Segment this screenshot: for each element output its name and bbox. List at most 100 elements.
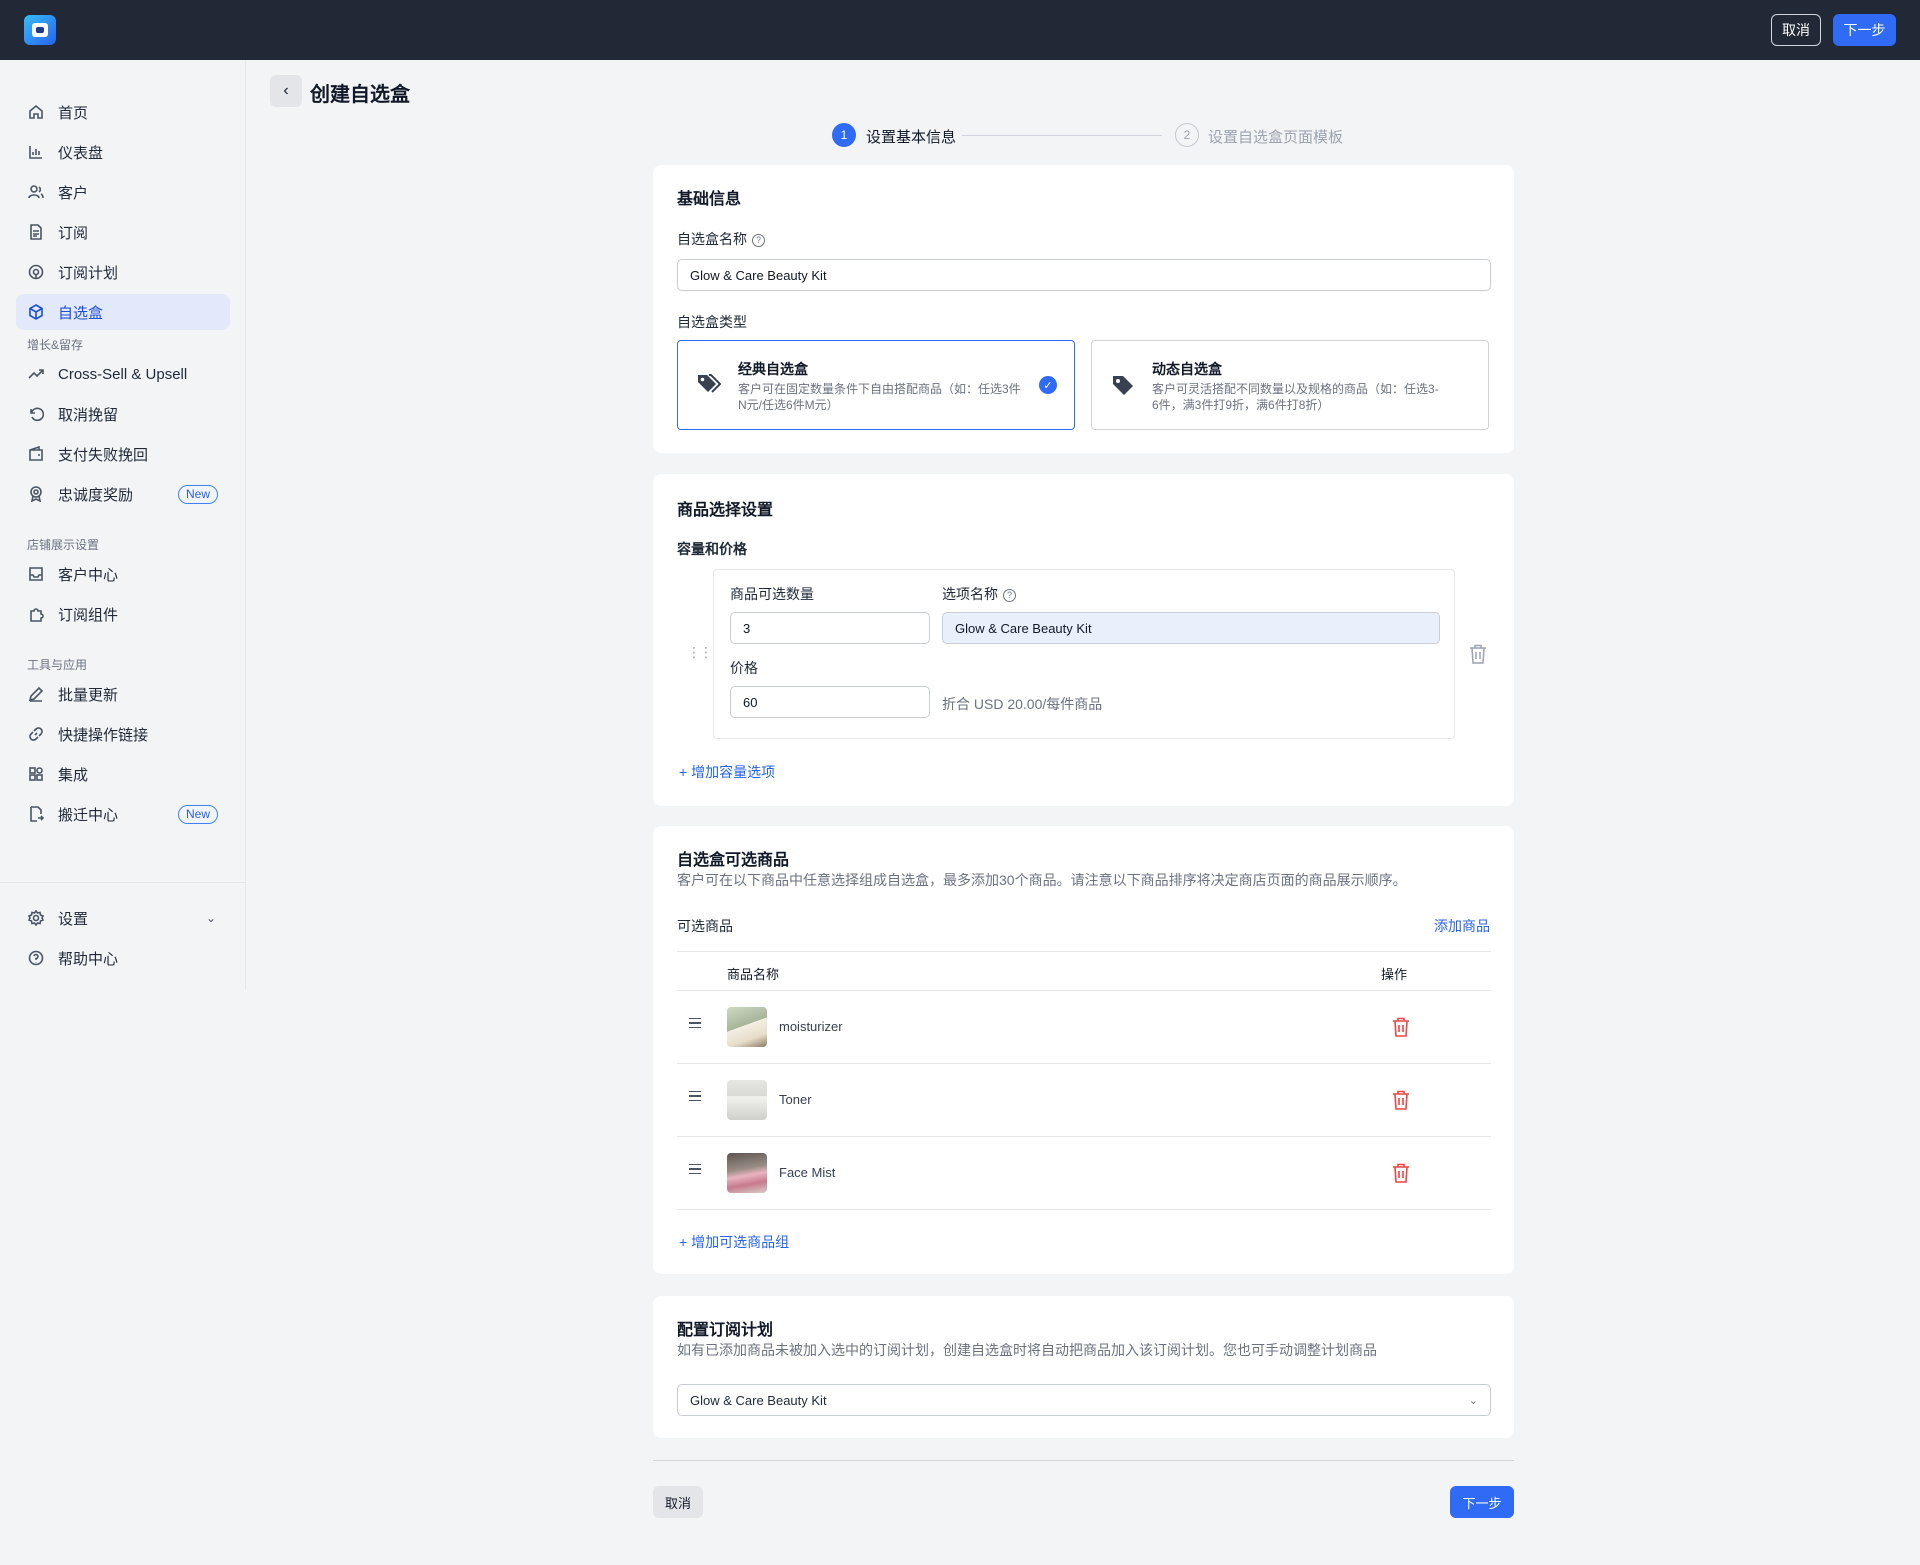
type-option-dynamic[interactable]: 动态自选盒 客户可灵活搭配不同数量以及规格的商品（如：任选3-6件，满3件打9折… bbox=[1091, 340, 1489, 430]
sidebar-item-home[interactable]: 首页 bbox=[16, 94, 230, 130]
trash-icon[interactable] bbox=[1392, 1163, 1410, 1183]
sidebar-item-customer-center[interactable]: 客户中心 bbox=[16, 556, 230, 592]
top-bar: 取消 下一步 bbox=[0, 0, 1920, 60]
sidebar-item-settings[interactable]: 设置 ⌄ bbox=[16, 900, 230, 936]
sidebar-item-label: 自选盒 bbox=[58, 304, 104, 322]
undo-icon bbox=[28, 406, 44, 422]
help-icon[interactable]: ? bbox=[1003, 589, 1016, 602]
add-capacity-option-label: 增加容量选项 bbox=[691, 764, 776, 780]
plan-card: 配置订阅计划 如有已添加商品未被加入选中的订阅计划，创建自选盒时将自动把商品加入… bbox=[653, 1296, 1514, 1438]
sidebar-item-subscription-widget[interactable]: 订阅组件 bbox=[16, 596, 230, 632]
add-product-group-link[interactable]: + 增加可选商品组 bbox=[679, 1232, 789, 1252]
plan-icon bbox=[28, 264, 44, 280]
option-name-input[interactable]: Glow & Care Beauty Kit bbox=[942, 612, 1440, 644]
qty-label: 商品可选数量 bbox=[730, 586, 814, 602]
type-option-classic[interactable]: 经典自选盒 客户可在固定数量条件下自由搭配商品（如：任选3件N元/任选6件M元）… bbox=[677, 340, 1075, 430]
drag-handle-icon[interactable]: ⋮⋮ bbox=[687, 644, 713, 661]
col-product-name: 商品名称 bbox=[727, 967, 780, 982]
product-name: Face Mist bbox=[779, 1165, 836, 1180]
add-capacity-option-link[interactable]: + 增加容量选项 bbox=[679, 762, 775, 782]
price-input[interactable]: 60 bbox=[730, 686, 930, 718]
sidebar-item-label: 批量更新 bbox=[58, 686, 119, 704]
inbox-icon bbox=[28, 566, 44, 582]
plus-icon: + bbox=[679, 1234, 688, 1250]
sidebar-item-customers[interactable]: 客户 bbox=[16, 174, 230, 210]
sidebar-item-label: 支付失败挽回 bbox=[58, 446, 149, 464]
table-row: Face Mist bbox=[677, 1137, 1491, 1210]
step-connector bbox=[962, 135, 1162, 136]
bundle-name-input[interactable]: Glow & Care Beauty Kit bbox=[677, 259, 1491, 291]
new-badge: New bbox=[177, 484, 218, 504]
step-1-number: 1 bbox=[832, 123, 856, 147]
sidebar-item-quick-links[interactable]: 快捷操作链接 bbox=[16, 716, 230, 752]
chevron-left-icon: ‹ bbox=[283, 82, 289, 99]
header-cancel-button[interactable]: 取消 bbox=[1771, 14, 1821, 46]
sidebar-item-label: 仪表盘 bbox=[58, 144, 104, 162]
sidebar-item-label: 设置 bbox=[58, 910, 89, 928]
edit-icon bbox=[28, 686, 44, 702]
section-description: 客户可在以下商品中任意选择组成自选盒，最多添加30个商品。请注意以下商品排序将决… bbox=[677, 872, 1407, 888]
add-product-link[interactable]: 添加商品 bbox=[1434, 916, 1490, 936]
home-icon bbox=[28, 104, 44, 120]
table-row: moisturizer bbox=[677, 991, 1491, 1064]
sidebar-item-bulk-update[interactable]: 批量更新 bbox=[16, 676, 230, 712]
gear-icon bbox=[28, 910, 44, 926]
plan-select[interactable]: Glow & Care Beauty Kit ⌄ bbox=[677, 1384, 1491, 1416]
type-title: 经典自选盒 bbox=[738, 361, 808, 377]
sidebar-item-cancel-retention[interactable]: 取消挽留 bbox=[16, 396, 230, 432]
app-logo-icon[interactable] bbox=[24, 15, 56, 45]
option-name-label-text: 选项名称 bbox=[942, 586, 998, 602]
help-icon[interactable]: ? bbox=[752, 234, 765, 247]
sidebar: 首页 仪表盘 客户 订阅 订阅计划 自选盒 增长&留存 Cross-Sell &… bbox=[0, 60, 246, 990]
selection-settings-card: 商品选择设置 容量和价格 ⋮⋮ 商品可选数量 3 选项名称? Glow & Ca… bbox=[653, 474, 1514, 806]
trash-icon[interactable] bbox=[1469, 644, 1487, 664]
capacity-subtitle: 容量和价格 bbox=[677, 541, 747, 557]
price-label: 价格 bbox=[730, 660, 758, 676]
product-thumbnail bbox=[727, 1153, 767, 1193]
sidebar-item-integrations[interactable]: 集成 bbox=[16, 756, 230, 792]
drag-handle-icon[interactable] bbox=[689, 1018, 701, 1028]
sidebar-item-label: 客户中心 bbox=[58, 566, 119, 584]
footer-cancel-button[interactable]: 取消 bbox=[653, 1486, 703, 1518]
sidebar-item-plans[interactable]: 订阅计划 bbox=[16, 254, 230, 290]
trash-icon[interactable] bbox=[1392, 1017, 1410, 1037]
sidebar-item-cross-sell[interactable]: Cross-Sell & Upsell bbox=[16, 356, 230, 392]
section-title: 商品选择设置 bbox=[677, 502, 774, 519]
link-icon bbox=[28, 726, 44, 742]
sidebar-item-payment-recovery[interactable]: 支付失败挽回 bbox=[16, 436, 230, 472]
section-title: 基础信息 bbox=[677, 191, 742, 208]
type-title: 动态自选盒 bbox=[1152, 361, 1222, 377]
help-circle-icon bbox=[28, 950, 44, 966]
box-icon bbox=[28, 304, 44, 320]
sidebar-item-label: 帮助中心 bbox=[58, 950, 119, 968]
add-product-group-label: 增加可选商品组 bbox=[691, 1234, 790, 1250]
sidebar-item-dashboard[interactable]: 仪表盘 bbox=[16, 134, 230, 170]
drag-handle-icon[interactable] bbox=[689, 1091, 701, 1101]
type-description: 客户可灵活搭配不同数量以及规格的商品（如：任选3-6件，满3件打9折，满6件打8… bbox=[1152, 382, 1439, 412]
section-description: 如有已添加商品未被加入选中的订阅计划，创建自选盒时将自动把商品加入该订阅计划。您… bbox=[677, 1342, 1377, 1358]
sidebar-item-bundle-box[interactable]: 自选盒 bbox=[16, 294, 230, 330]
plan-select-value: Glow & Care Beauty Kit bbox=[690, 1392, 827, 1408]
sidebar-item-loyalty[interactable]: 忠诚度奖励 New bbox=[16, 476, 230, 512]
back-button[interactable]: ‹ bbox=[270, 75, 302, 107]
footer-next-button[interactable]: 下一步 bbox=[1450, 1486, 1514, 1518]
quantity-input[interactable]: 3 bbox=[730, 612, 930, 644]
list-label: 可选商品 bbox=[677, 918, 733, 934]
sidebar-item-label: 首页 bbox=[58, 104, 89, 122]
sidebar-item-label: 搬迁中心 bbox=[58, 806, 119, 824]
sidebar-item-migration[interactable]: 搬迁中心 New bbox=[16, 796, 230, 832]
chevron-down-icon: ⌄ bbox=[1468, 1394, 1478, 1407]
product-name: moisturizer bbox=[779, 1019, 843, 1034]
product-name: Toner bbox=[779, 1092, 812, 1107]
table-row: Toner bbox=[677, 1064, 1491, 1137]
capacity-option-box: 商品可选数量 3 选项名称? Glow & Care Beauty Kit 价格… bbox=[713, 569, 1455, 739]
name-label: 自选盒名称? bbox=[677, 229, 765, 249]
drag-handle-icon[interactable] bbox=[689, 1164, 701, 1174]
trash-icon[interactable] bbox=[1392, 1090, 1410, 1110]
sidebar-item-help[interactable]: 帮助中心 bbox=[16, 940, 230, 976]
sidebar-item-subscriptions[interactable]: 订阅 bbox=[16, 214, 230, 250]
sidebar-divider bbox=[0, 882, 246, 883]
header-next-button[interactable]: 下一步 bbox=[1833, 14, 1896, 46]
product-thumbnail bbox=[727, 1080, 767, 1120]
chevron-down-icon: ⌄ bbox=[205, 911, 216, 925]
